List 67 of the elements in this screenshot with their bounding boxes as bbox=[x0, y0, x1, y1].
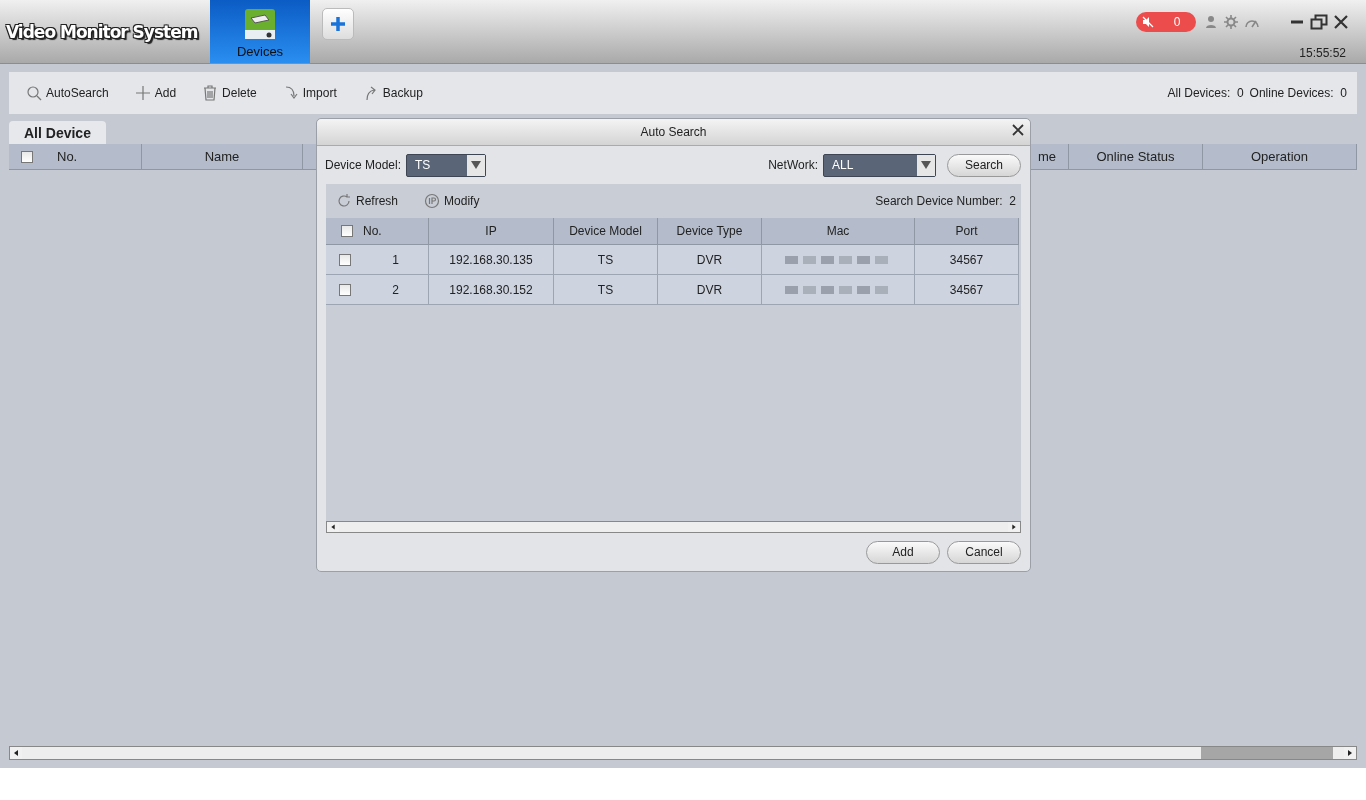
table-cell: DVR bbox=[696, 282, 723, 297]
horizontal-scrollbar[interactable] bbox=[9, 746, 1357, 760]
table-cell: 2 bbox=[392, 282, 399, 297]
device-count: All Devices: 0 bbox=[1167, 86, 1244, 100]
column-header: Device Type bbox=[676, 224, 743, 238]
column-header: No. bbox=[363, 224, 382, 238]
dialog-button[interactable]: Cancel bbox=[947, 540, 1021, 564]
close-button[interactable] bbox=[1012, 124, 1024, 136]
network-select[interactable]: ALL bbox=[823, 153, 936, 177]
toolbar-button[interactable]: Add bbox=[134, 85, 177, 101]
table-cell: TS bbox=[597, 282, 614, 297]
settings-icon[interactable] bbox=[1224, 15, 1238, 29]
toolbar-button[interactable]: AutoSearch bbox=[26, 85, 109, 101]
list-action-button[interactable]: Modify bbox=[424, 193, 480, 209]
table-cell: 1 bbox=[392, 252, 399, 267]
dialog-title: Auto Search bbox=[640, 125, 707, 139]
column-header: me bbox=[1037, 149, 1056, 164]
list-action-button[interactable]: Refresh bbox=[336, 193, 399, 209]
table-cell: 192.168.30.152 bbox=[449, 282, 533, 297]
app-title: Video Monitor System bbox=[6, 20, 199, 44]
toolbar-button[interactable]: Backup bbox=[362, 85, 423, 101]
column-header: Online Status bbox=[1096, 149, 1175, 164]
select-all-checkbox[interactable] bbox=[21, 150, 33, 163]
dropdown-arrow-icon bbox=[471, 161, 482, 169]
plus-icon bbox=[134, 85, 151, 101]
table-cell: 192.168.30.135 bbox=[449, 252, 533, 267]
device-model-select[interactable]: TS bbox=[406, 153, 487, 177]
column-header: Port bbox=[955, 224, 978, 238]
horizontal-scrollbar[interactable] bbox=[326, 521, 1021, 533]
clock-time: 15:55:52 bbox=[1299, 46, 1346, 60]
close-icon[interactable] bbox=[1334, 15, 1348, 29]
user-icon[interactable] bbox=[1204, 15, 1218, 29]
mute-icon bbox=[1142, 16, 1154, 28]
row-checkbox[interactable] bbox=[339, 283, 351, 296]
dvr-icon bbox=[244, 8, 276, 40]
toolbar-button[interactable]: Delete bbox=[202, 85, 257, 101]
plus-icon bbox=[330, 16, 346, 32]
column-header: IP bbox=[485, 224, 497, 238]
column-header: Device Model bbox=[569, 224, 642, 238]
ip-icon bbox=[424, 193, 441, 209]
search-count: Search Device Number: 2 bbox=[875, 194, 1016, 208]
close-icon bbox=[1012, 124, 1024, 136]
alarm-indicator[interactable]: 0 bbox=[1136, 12, 1196, 32]
restore-icon[interactable] bbox=[1310, 14, 1328, 30]
table-cell: 34567 bbox=[949, 252, 984, 267]
row-checkbox[interactable] bbox=[339, 253, 351, 266]
trash-icon bbox=[202, 85, 219, 101]
dropdown-arrow-icon bbox=[921, 161, 931, 169]
column-header: No. bbox=[57, 149, 78, 164]
table-cell: DVR bbox=[696, 252, 723, 267]
field-label: Device Model: bbox=[325, 158, 402, 172]
device-tab[interactable]: All Device bbox=[9, 121, 106, 144]
device-count: Online Devices: 0 bbox=[1249, 86, 1347, 100]
dialog-button[interactable]: Add bbox=[866, 540, 940, 564]
column-header: Name bbox=[204, 149, 240, 164]
column-header: Mac bbox=[826, 224, 850, 238]
search-icon bbox=[26, 85, 42, 101]
add-tab-button[interactable] bbox=[322, 8, 354, 40]
search-button[interactable]: Search bbox=[947, 153, 1021, 177]
toolbar-button[interactable]: Import bbox=[282, 85, 337, 101]
nav-tab[interactable]: Devices bbox=[210, 0, 310, 63]
column-header: Operation bbox=[1250, 149, 1309, 164]
field-label: NetWork: bbox=[768, 158, 818, 172]
table-cell: 34567 bbox=[949, 282, 984, 297]
select-all-checkbox[interactable] bbox=[341, 225, 353, 237]
refresh-icon bbox=[336, 193, 352, 209]
table-cell: TS bbox=[597, 252, 614, 267]
